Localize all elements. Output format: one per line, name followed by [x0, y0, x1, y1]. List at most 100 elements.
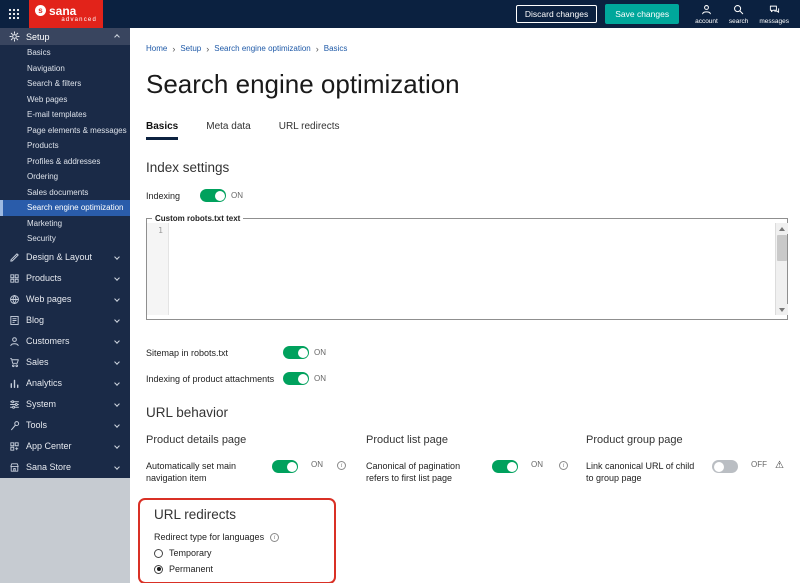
sidebar-item-ordering[interactable]: Ordering [0, 169, 130, 185]
chevron-down-icon [114, 380, 120, 386]
sana-mark-icon [35, 5, 46, 16]
sitemap-toggle[interactable] [283, 346, 309, 359]
sidebar-item-sales-documents[interactable]: Sales documents [0, 185, 130, 201]
chevron-down-icon [114, 296, 120, 302]
sidebar-item-search-filters[interactable]: Search & filters [0, 76, 130, 92]
chevron-down-icon [114, 443, 120, 449]
sidebar-item-system[interactable]: System [0, 394, 130, 415]
sidebar-item-sana-store[interactable]: Sana Store [0, 457, 130, 478]
chevron-up-icon [114, 33, 120, 40]
sidebar-item-label: System [26, 399, 57, 409]
account-button[interactable]: account [695, 4, 718, 25]
breadcrumb-link-setup[interactable]: Setup [180, 44, 201, 53]
sidebar-item-analytics[interactable]: Analytics [0, 373, 130, 394]
tab-url-redirects[interactable]: URL redirects [279, 119, 340, 140]
tab-basics[interactable]: Basics [146, 119, 179, 140]
apps-grid-icon[interactable] [8, 8, 20, 20]
robots-txt-input[interactable] [169, 223, 775, 315]
temporary-radio[interactable] [154, 548, 163, 558]
messages-button[interactable]: messages [759, 4, 789, 25]
scrollbar-thumb[interactable] [776, 235, 787, 261]
sidebar-item-setup[interactable]: Setup [0, 28, 130, 45]
canonical-pagination-setting: Canonical of pagination refers to first … [366, 460, 586, 484]
sidebar-item-label: Customers [26, 336, 70, 346]
editor-scrollbar[interactable] [775, 223, 788, 315]
sidebar-item-label: Setup [26, 31, 50, 42]
breadcrumb-link-basics[interactable]: Basics [324, 44, 348, 53]
account-label: account [695, 17, 718, 25]
chevron-down-icon [114, 254, 120, 260]
breadcrumb-link-seo[interactable]: Search engine optimization [214, 44, 311, 53]
info-icon[interactable] [559, 461, 568, 470]
grid-icon [8, 273, 20, 284]
messages-icon [769, 4, 780, 17]
redirect-type-row: Redirect type for languages [154, 532, 322, 543]
sidebar-item-email-templates[interactable]: E-mail templates [0, 107, 130, 123]
person-icon [701, 4, 712, 17]
main-navigation-toggle[interactable] [272, 460, 298, 473]
warning-icon[interactable] [775, 460, 784, 471]
sidebar-item-web-pages-main[interactable]: Web pages [0, 289, 130, 310]
column-heading: Product list page [366, 434, 448, 446]
attachments-toggle[interactable] [283, 372, 309, 385]
chevron-down-icon [114, 275, 120, 281]
paintbrush-icon [8, 252, 20, 263]
setting-label: Canonical of pagination refers to first … [366, 461, 461, 484]
scrollbar-up-button[interactable] [775, 223, 788, 234]
indexing-toggle[interactable] [200, 189, 226, 202]
chevron-down-icon [114, 401, 120, 407]
sana-logo[interactable]: sana advanced [29, 0, 103, 28]
sidebar-item-products-main[interactable]: Products [0, 268, 130, 289]
breadcrumb-link-home[interactable]: Home [146, 44, 167, 53]
info-icon[interactable] [337, 461, 346, 470]
permanent-radio[interactable] [154, 564, 163, 574]
sidebar-item-marketing[interactable]: Marketing [0, 216, 130, 232]
sidebar-item-customers[interactable]: Customers [0, 331, 130, 352]
breadcrumb: Home › Setup › Search engine optimizatio… [146, 44, 788, 53]
setting-state: OFF [751, 460, 767, 469]
wrench-icon [8, 420, 20, 431]
sidebar-item-blog[interactable]: Blog [0, 310, 130, 331]
sidebar-empty-area [0, 477, 130, 583]
editor-line-number: 1 [147, 223, 169, 315]
sidebar-item-label: Design & Layout [26, 252, 93, 262]
setting-label: Link canonical URL of child to group pag… [586, 461, 695, 484]
sidebar-item-navigation[interactable]: Navigation [0, 61, 130, 77]
sidebar-item-app-center[interactable]: App Center [0, 436, 130, 457]
save-changes-button[interactable]: Save changes [605, 4, 680, 24]
sidebar-item-basics[interactable]: Basics [0, 45, 130, 61]
sidebar-item-security[interactable]: Security [0, 231, 130, 247]
search-label: search [728, 17, 749, 25]
discard-changes-button[interactable]: Discard changes [515, 5, 598, 23]
sidebar-item-web-pages[interactable]: Web pages [0, 92, 130, 108]
sidebar-item-label: Sana Store [26, 462, 72, 472]
sidebar-item-tools[interactable]: Tools [0, 415, 130, 436]
globe-icon [8, 294, 20, 305]
attachments-row: Indexing of product attachments ON [146, 372, 788, 385]
sitemap-state: ON [314, 348, 326, 357]
sidebar-item-label: App Center [26, 441, 72, 451]
sidebar-item-search-engine-optimization[interactable]: Search engine optimization [0, 200, 130, 216]
main-content: Home › Setup › Search engine optimizatio… [130, 28, 800, 583]
sidebar-item-profiles-addresses[interactable]: Profiles & addresses [0, 154, 130, 170]
sidebar-item-page-elements-messages[interactable]: Page elements & messages [0, 123, 130, 139]
breadcrumb-separator: › [315, 43, 319, 54]
search-button[interactable]: search [728, 4, 749, 25]
column-heading: Product group page [586, 434, 683, 446]
scrollbar-down-button[interactable] [775, 304, 788, 315]
sidebar-item-products[interactable]: Products [0, 138, 130, 154]
cart-icon [8, 357, 20, 368]
attachments-state: ON [314, 374, 326, 383]
customers-icon [8, 336, 20, 347]
tab-bar: Basics Meta data URL redirects [146, 119, 788, 140]
indexing-state: ON [231, 191, 243, 200]
link-canonical-toggle[interactable] [712, 460, 738, 473]
redirect-type-label: Redirect type for languages [154, 532, 265, 543]
chevron-down-icon [114, 338, 120, 344]
sidebar-item-label: Analytics [26, 378, 63, 388]
sidebar-item-sales[interactable]: Sales [0, 352, 130, 373]
sidebar-item-design-layout[interactable]: Design & Layout [0, 247, 130, 268]
canonical-pagination-toggle[interactable] [492, 460, 518, 473]
tab-meta-data[interactable]: Meta data [206, 119, 250, 140]
info-icon[interactable] [270, 533, 280, 543]
